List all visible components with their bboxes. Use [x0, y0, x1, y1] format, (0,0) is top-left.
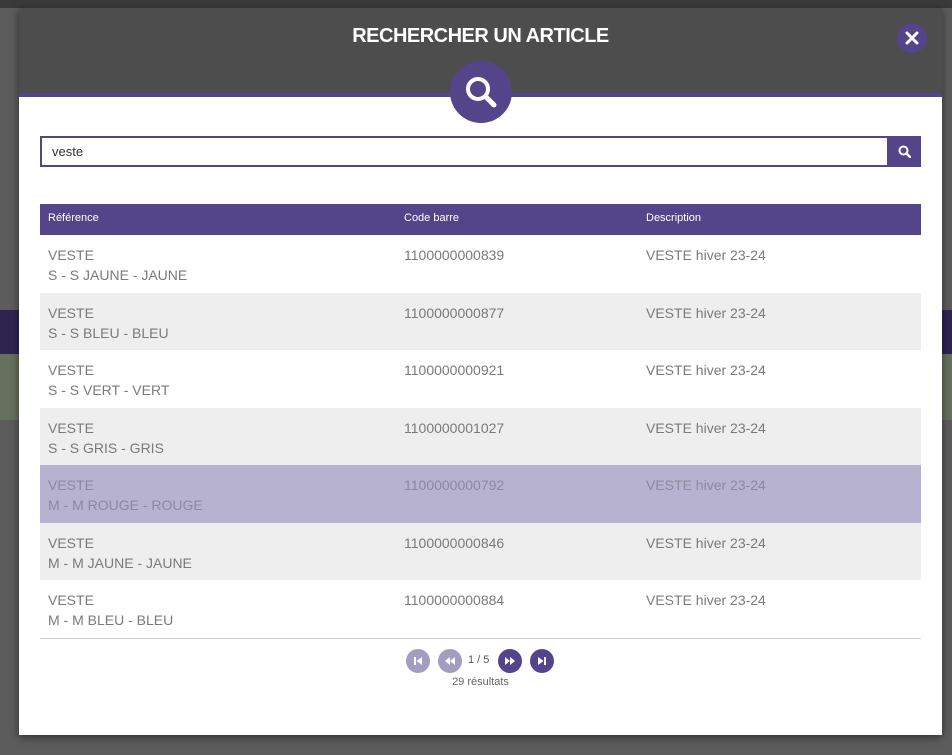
table-row[interactable]: VESTE S - S BLEU - BLEU 1100000000877 VE…: [40, 292, 921, 350]
first-page-icon: [414, 657, 422, 665]
next-page-icon: [505, 657, 515, 665]
table-bottom-border: [40, 637, 921, 639]
barcode-cell: 1100000000921: [404, 362, 505, 378]
reference-name: VESTE: [48, 304, 94, 321]
reference-variant: S - S VERT - VERT: [48, 382, 170, 398]
barcode-cell: 1100000000877: [404, 304, 505, 321]
background-toolbar: [0, 0, 952, 8]
previous-page-icon: [445, 657, 455, 665]
description-cell: VESTE hiver 23-24: [646, 247, 766, 263]
reference-variant: M - M ROUGE - ROUGE: [48, 497, 203, 513]
reference-variant: S - S BLEU - BLEU: [48, 324, 169, 341]
description-cell: VESTE hiver 23-24: [646, 304, 766, 321]
reference-name: VESTE: [48, 477, 94, 493]
reference-variant: S - S JAUNE - JAUNE: [48, 267, 188, 283]
barcode-cell: 1100000000839: [404, 247, 505, 263]
reference-cell: VESTE M - M BLEU - BLEU: [48, 590, 173, 630]
table-row[interactable]: VESTE S - S VERT - VERT 1100000000921 VE…: [40, 350, 921, 408]
reference-name: VESTE: [48, 419, 94, 436]
description-cell: VESTE hiver 23-24: [646, 477, 766, 493]
results-table: Référence Code barre Description VESTE S…: [40, 204, 921, 639]
reference-name: VESTE: [48, 534, 94, 551]
table-row-selected[interactable]: VESTE M - M ROUGE - ROUGE 1100000000792 …: [40, 465, 921, 523]
reference-variant: M - M BLEU - BLEU: [48, 612, 174, 628]
reference-variant: S - S GRIS - GRIS: [48, 439, 164, 456]
table-row[interactable]: VESTE M - M JAUNE - JAUNE 1100000000846 …: [40, 522, 921, 580]
reference-cell: VESTE M - M JAUNE - JAUNE: [48, 533, 192, 573]
modal-title: RECHERCHER UN ARTICLE: [352, 25, 609, 47]
search-icon: [898, 145, 911, 158]
close-button[interactable]: [897, 23, 927, 53]
search-bar: [40, 136, 921, 167]
table-row[interactable]: VESTE S - S JAUNE - JAUNE 1100000000839 …: [40, 235, 921, 293]
search-article-modal: RECHERCHER UN ARTICLE Référence Code bar…: [19, 8, 942, 735]
reference-variant: M - M JAUNE - JAUNE: [48, 554, 192, 571]
description-cell: VESTE hiver 23-24: [646, 592, 766, 608]
header-reference[interactable]: Référence: [48, 204, 99, 233]
reference-cell: VESTE S - S BLEU - BLEU: [48, 303, 169, 343]
search-button[interactable]: [887, 136, 921, 167]
header-barcode[interactable]: Code barre: [404, 204, 459, 233]
search-input[interactable]: [40, 136, 887, 167]
reference-cell: VESTE S - S GRIS - GRIS: [48, 418, 164, 458]
reference-cell: VESTE S - S JAUNE - JAUNE: [48, 245, 187, 285]
last-page-button[interactable]: [530, 649, 554, 673]
barcode-cell: 1100000000884: [404, 592, 505, 608]
result-count: 29 résultats: [452, 676, 509, 688]
table-row[interactable]: VESTE S - S GRIS - GRIS 1100000001027 VE…: [40, 407, 921, 465]
reference-cell: VESTE S - S VERT - VERT: [48, 360, 169, 400]
header-search-badge: [450, 61, 512, 123]
description-cell: VESTE hiver 23-24: [646, 534, 766, 551]
header-description[interactable]: Description: [646, 204, 701, 233]
first-page-button[interactable]: [406, 649, 430, 673]
next-page-button[interactable]: [498, 649, 522, 673]
reference-name: VESTE: [48, 362, 94, 378]
close-icon: [905, 31, 919, 45]
barcode-cell: 1100000000846: [404, 534, 505, 551]
barcode-cell: 1100000000792: [404, 477, 505, 493]
description-cell: VESTE hiver 23-24: [646, 419, 766, 436]
page-indicator: 1 / 5: [468, 654, 490, 666]
reference-cell: VESTE M - M ROUGE - ROUGE: [48, 475, 203, 515]
barcode-cell: 1100000001027: [404, 419, 505, 436]
table-row[interactable]: VESTE M - M BLEU - BLEU 1100000000884 VE…: [40, 580, 921, 638]
last-page-icon: [538, 657, 546, 665]
magnifier-icon: [466, 77, 497, 108]
description-cell: VESTE hiver 23-24: [646, 362, 766, 378]
table-header: Référence Code barre Description: [40, 204, 921, 235]
reference-name: VESTE: [48, 247, 94, 263]
reference-name: VESTE: [48, 592, 94, 608]
previous-page-button[interactable]: [438, 649, 462, 673]
pagination: 1 / 5: [19, 649, 942, 675]
